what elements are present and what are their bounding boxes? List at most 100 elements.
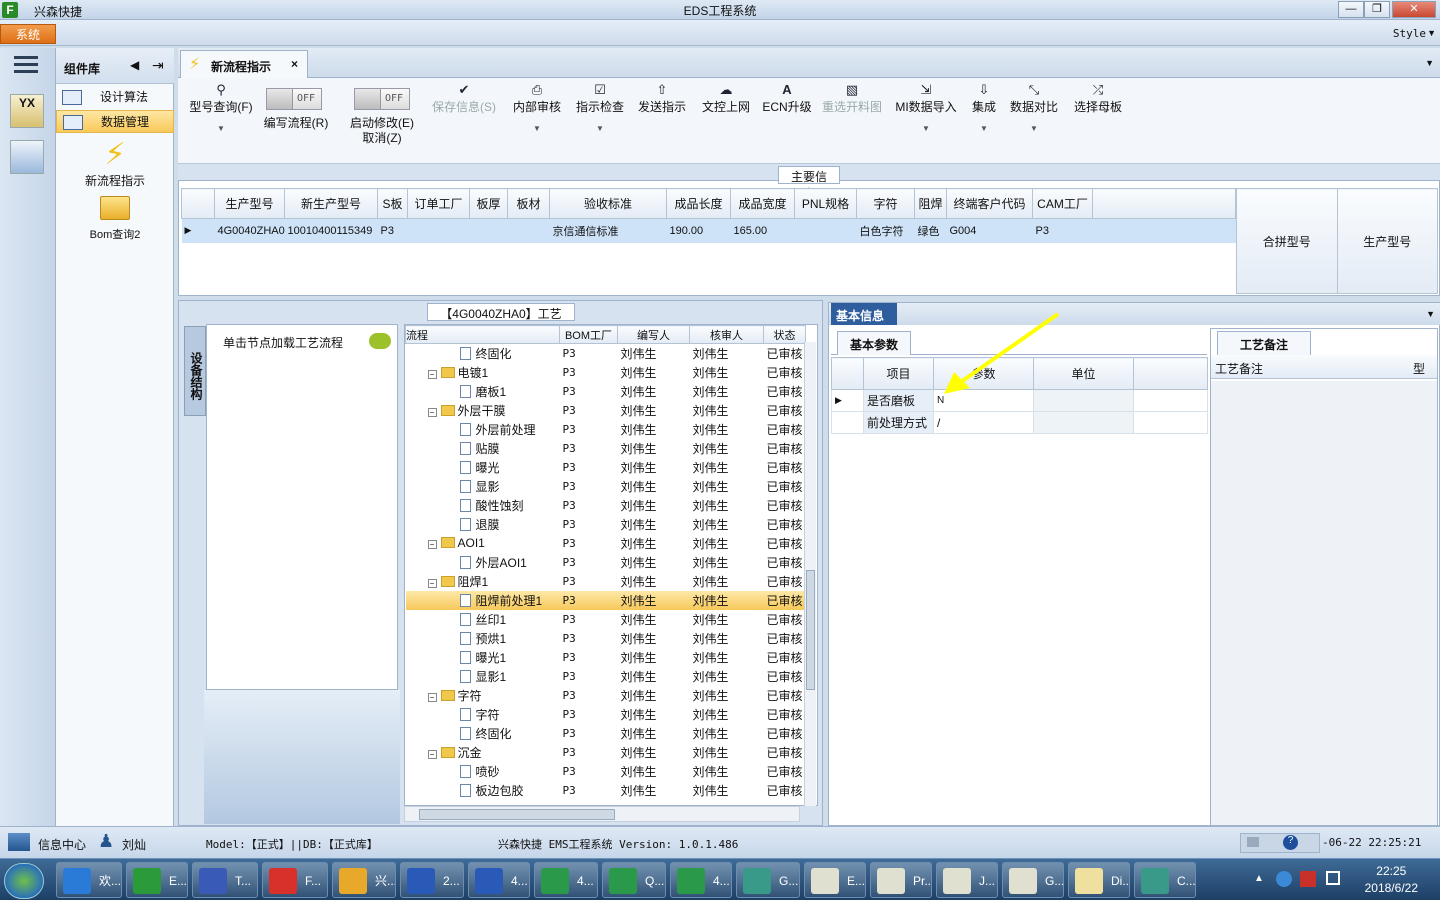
tree-row[interactable]: 显影 P3 刘伟生 刘伟生 已审核 [406,477,806,496]
write-flow-toggle[interactable]: OFF [266,88,322,110]
yx-module-icon[interactable]: YX [10,94,44,128]
taskbar-button[interactable]: 欢... [56,862,122,898]
column-header[interactable]: 板材 [507,188,550,219]
tree-row[interactable]: 字符 P3 刘伟生 刘伟生 已审核 [406,705,806,724]
column-header[interactable]: 工艺备注 [1215,360,1263,377]
tree-node[interactable]: − 外层干膜 [406,401,560,420]
tree-row[interactable]: 终固化 P3 刘伟生 刘伟生 已审核 [406,724,806,743]
tree-node[interactable]: 外层AOI1 [406,553,560,572]
tab-basic-params[interactable]: 基本参数 [837,331,912,355]
collapse-toggle-icon[interactable]: − [427,749,437,759]
tree-row[interactable]: 外层前处理 P3 刘伟生 刘伟生 已审核 [406,420,806,439]
save-info-button[interactable]: ✔ 保存信息(S) [428,82,500,115]
integrate-button[interactable]: ⇩ 集成 ▼ [966,82,1002,136]
minimize-button[interactable]: — [1338,1,1364,18]
windows-grid-icon[interactable] [8,833,30,851]
tree-row[interactable]: 贴膜 P3 刘伟生 刘伟生 已审核 [406,439,806,458]
tree-node[interactable]: 外层前处理 [406,420,560,439]
table-row[interactable]: 前处理方式 / [831,411,1208,434]
taskbar-button[interactable]: Q... [602,862,666,898]
tree-node[interactable]: 曝光 [406,458,560,477]
tree-node[interactable]: 预烘1 [406,629,560,648]
column-header[interactable]: 项目 [863,357,934,390]
taskbar-button[interactable]: Pr... [870,862,932,898]
column-header[interactable]: 阻焊 [914,188,947,219]
taskbar-button[interactable]: J... [936,862,998,898]
tree-node[interactable]: − 阻焊1 [406,572,560,591]
taskbar-button[interactable]: 2... [400,862,464,898]
collapse-toggle-icon[interactable]: − [427,369,437,379]
tree-row[interactable]: 显影1 P3 刘伟生 刘伟生 已审核 [406,667,806,686]
tree-node[interactable]: 字符 [406,705,560,724]
tree-row[interactable]: − 外层干膜 P3 刘伟生 刘伟生 已审核 [406,401,806,420]
table-cell[interactable]: 绿色 [914,218,947,243]
pin-icon[interactable]: ⇥ [152,57,164,74]
dropdown-icon[interactable]: ▼ [184,121,258,136]
table-cell[interactable] [507,218,550,243]
model-query-button[interactable]: ⚲ 型号查询(F) ▼ [184,82,258,136]
column-header[interactable]: 成品宽度 [730,188,795,219]
column-header[interactable]: 板厚 [469,188,508,219]
tree-node[interactable]: 阻焊前处理1 [405,590,560,610]
tree-row[interactable]: 退膜 P3 刘伟生 刘伟生 已审核 [406,515,806,534]
column-header[interactable]: CAM工厂 [1032,188,1093,219]
taskbar-button[interactable]: E... [804,862,866,898]
table-cell[interactable]: 京信通信标准 [549,218,667,243]
dropdown-icon[interactable]: ▼ [894,121,958,136]
calculator-module-icon[interactable] [10,140,44,174]
column-header[interactable]: S板 [377,188,408,219]
tree-node[interactable]: 贴膜 [406,439,560,458]
taskbar-button[interactable]: 4... [670,862,732,898]
internal-review-button[interactable]: ⎙ 内部审核 ▼ [510,82,564,136]
tree-row[interactable]: 磨板1 P3 刘伟生 刘伟生 已审核 [406,382,806,401]
table-cell[interactable]: 4G0040ZHA0 [214,218,285,243]
taskbar-button[interactable]: E... [126,862,188,898]
tab-dropdown-icon[interactable]: ▼ [1425,58,1434,68]
ecn-upgrade-button[interactable]: A ECN升级 [762,82,812,115]
help-icon[interactable]: ? [1283,835,1298,850]
tree-row[interactable]: 酸性蚀刻 P3 刘伟生 刘伟生 已审核 [406,496,806,515]
doc-control-online-button[interactable]: ☁ 文控上网 [696,82,756,115]
tree-node[interactable]: − 电镀1 [406,363,560,382]
tree-vertical-scrollbar[interactable] [804,342,816,806]
panel-dropdown-icon[interactable]: ▼ [1426,309,1435,319]
scroll-thumb[interactable] [806,570,815,690]
tray-app-icon[interactable] [1300,871,1316,887]
table-cell[interactable]: 165.00 [730,218,795,243]
table-cell[interactable]: 白色字符 [856,218,915,243]
table-cell[interactable] [469,218,508,243]
table-cell[interactable] [794,218,857,243]
taskbar-button[interactable]: 4... [534,862,598,898]
table-row[interactable]: ▶ 4G0040ZHA0 10010400115349 P3 京信通信标准 190.00 1… [181,218,1236,243]
system-clock[interactable]: 22:25 2018/6/22 [1365,863,1418,897]
start-button-icon[interactable] [4,863,44,899]
data-compare-button[interactable]: ⤡ 数据对比 ▼ [1008,82,1060,136]
column-header[interactable]: 型 [1413,360,1425,377]
tree-node[interactable]: 酸性蚀刻 [406,496,560,515]
tree-node[interactable]: 终固化 [406,344,560,363]
tree-row[interactable]: − 阻焊1 P3 刘伟生 刘伟生 已审核 [406,572,806,591]
mi-data-import-button[interactable]: ⇲ MI数据导入 ▼ [894,82,958,136]
taskbar-button[interactable]: 4... [468,862,530,898]
dropdown-icon[interactable]: ▼ [966,121,1002,136]
dropdown-icon[interactable]: ▼ [572,121,628,136]
param-unit[interactable] [1033,411,1134,434]
dropdown-icon[interactable]: ▼ [1008,121,1060,136]
collapse-left-icon[interactable]: ◀ [130,58,139,72]
tree-row[interactable]: 板边包胶 P3 刘伟生 刘伟生 已审核 [406,781,806,800]
param-value[interactable]: / [933,411,1034,434]
tree-row[interactable]: 曝光1 P3 刘伟生 刘伟生 已审核 [406,648,806,667]
style-menu[interactable]: Style [1393,27,1426,40]
tray-display-icon[interactable] [1326,871,1340,885]
table-cell[interactable]: G004 [946,218,1033,243]
column-header[interactable]: 生产型号 [1336,188,1438,294]
column-header[interactable]: 字符 [856,188,915,219]
remark-body[interactable] [1211,381,1437,825]
reselect-cutting-chart-button[interactable]: ▧ 重选开料图 [818,82,886,115]
tab-basic-info[interactable]: 基本信息 [831,303,897,325]
tree-node[interactable]: 喷砂 [406,762,560,781]
tree-node[interactable]: 丝印1 [406,610,560,629]
collapse-toggle-icon[interactable]: − [427,540,437,549]
tree-node[interactable]: − 沉金 [406,743,560,762]
select-motherboard-button[interactable]: ⤮ 选择母板 [1070,82,1126,115]
